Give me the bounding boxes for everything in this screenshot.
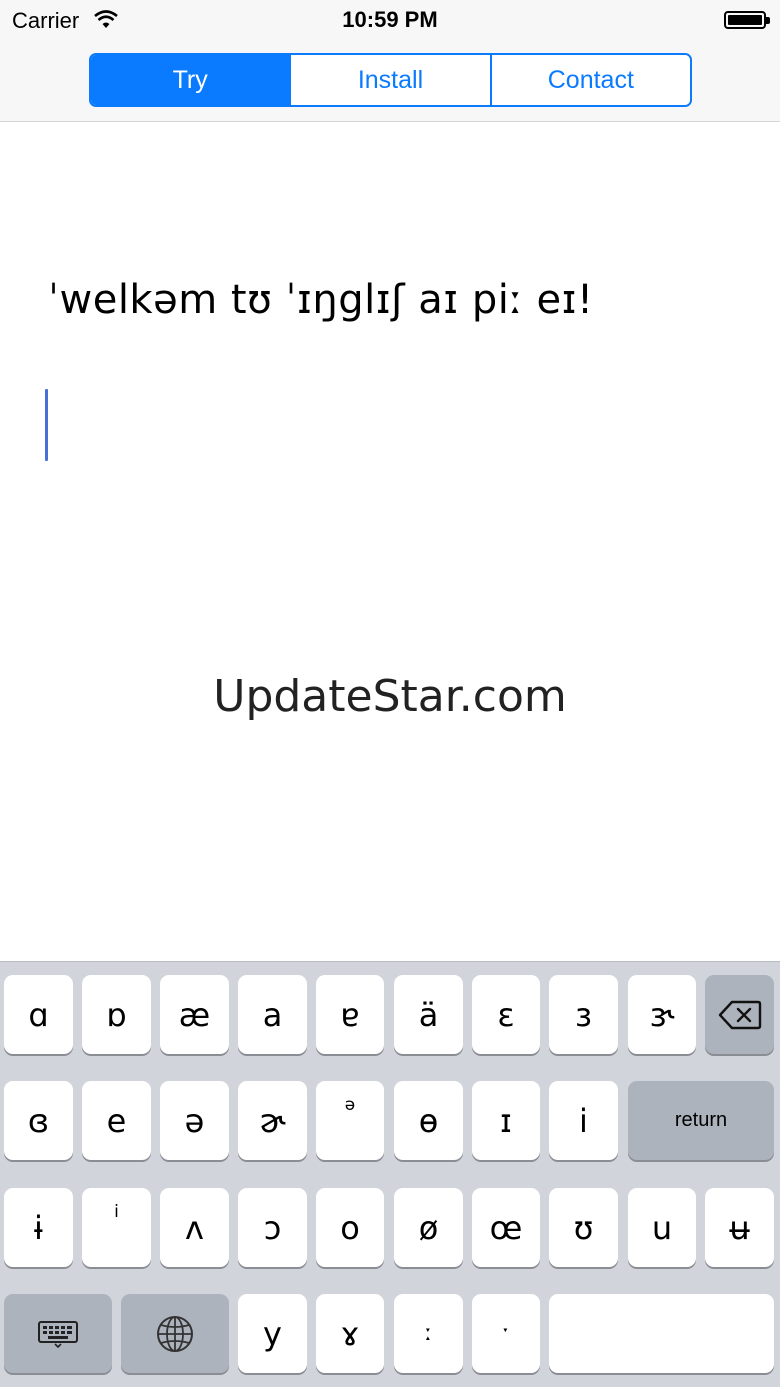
key-8[interactable]: ɜ <box>549 975 618 1054</box>
status-bar: Carrier 10:59 PM <box>0 0 780 40</box>
keyboard-icon <box>38 1320 78 1348</box>
key-30[interactable]: ʉ <box>705 1188 774 1267</box>
key-6[interactable]: ä <box>394 975 463 1054</box>
globe-key[interactable] <box>121 1294 229 1373</box>
battery-icon <box>724 11 770 29</box>
key-14[interactable]: ɚ <box>238 1081 307 1160</box>
key-9[interactable]: ɝ <box>628 975 696 1054</box>
key-17[interactable]: ɪ <box>472 1081 540 1160</box>
globe-icon <box>157 1315 193 1352</box>
key-half-long[interactable]: ˑ <box>472 1294 540 1373</box>
phonetic-text: ˈwelkəm tʊ ˈɪŋglɪʃ aɪ piː eɪ! <box>48 277 594 323</box>
top-bar: Carrier 10:59 PM Try Install Contact <box>0 0 780 122</box>
key-18[interactable]: i <box>549 1081 618 1160</box>
key-27[interactable]: œ <box>472 1188 540 1267</box>
ipa-keyboard: ɑ ɒ æ a ɐ ä ɛ ɜ ɝ ɞ e ə ɚ ə ɵ ɪ i return… <box>0 961 780 1387</box>
key-28[interactable]: ʊ <box>549 1188 618 1267</box>
delete-key[interactable] <box>705 975 774 1054</box>
keyboard-dismiss-key[interactable] <box>4 1294 112 1373</box>
key-25[interactable]: o <box>316 1188 384 1267</box>
key-12[interactable]: e <box>82 1081 151 1160</box>
tab-install[interactable]: Install <box>291 55 492 105</box>
return-key[interactable]: return <box>628 1081 774 1160</box>
key-15[interactable]: ə <box>316 1081 384 1160</box>
key-11[interactable]: ɞ <box>4 1081 73 1160</box>
key-3[interactable]: æ <box>160 975 229 1054</box>
key-23[interactable]: ʌ <box>160 1188 229 1267</box>
text-cursor <box>45 389 48 461</box>
key-rams-horn[interactable]: ɤ <box>316 1294 384 1373</box>
key-21[interactable]: ɨ <box>4 1188 73 1267</box>
key-2[interactable]: ɒ <box>82 975 151 1054</box>
key-y[interactable]: y <box>238 1294 307 1373</box>
backspace-icon <box>718 1000 761 1029</box>
space-key[interactable] <box>549 1294 774 1373</box>
key-29[interactable]: u <box>628 1188 696 1267</box>
key-7[interactable]: ɛ <box>472 975 540 1054</box>
key-1[interactable]: ɑ <box>4 975 73 1054</box>
key-26[interactable]: ø <box>394 1188 463 1267</box>
key-24[interactable]: ɔ <box>238 1188 307 1267</box>
key-5[interactable]: ɐ <box>316 975 384 1054</box>
tab-control: Try Install Contact <box>89 53 692 107</box>
text-area[interactable]: ˈwelkəm tʊ ˈɪŋglɪʃ aɪ piː eɪ! UpdateStar… <box>0 123 780 961</box>
key-long[interactable]: ː <box>394 1294 463 1373</box>
watermark: UpdateStar.com <box>213 671 567 722</box>
key-4[interactable]: a <box>238 975 307 1054</box>
clock: 10:59 PM <box>342 7 438 32</box>
key-22[interactable]: i <box>82 1188 151 1267</box>
key-16[interactable]: ɵ <box>394 1081 463 1160</box>
tab-contact[interactable]: Contact <box>491 55 690 105</box>
key-13[interactable]: ə <box>160 1081 229 1160</box>
tab-try[interactable]: Try <box>91 55 292 105</box>
